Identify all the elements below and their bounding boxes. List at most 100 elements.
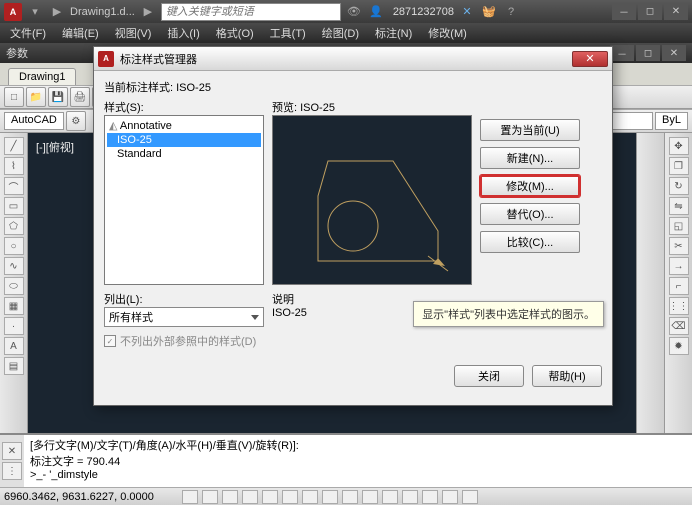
sb-icon[interactable] [182,490,198,504]
style-standard[interactable]: Standard [107,147,261,161]
dialog-close-button[interactable]: ✕ [572,51,608,67]
style-annotative[interactable]: Annotative [120,120,172,132]
sb-icon[interactable] [262,490,278,504]
sb-icon[interactable] [422,490,438,504]
minimize-button[interactable]: － [612,4,636,20]
exclude-xref-label: 不列出外部参照中的样式(D) [120,333,256,349]
sb-icon[interactable] [302,490,318,504]
exchange-icon[interactable]: ✕ [458,3,476,21]
scale-icon[interactable]: ◱ [669,217,689,235]
close-dialog-button[interactable]: 关闭 [454,365,524,387]
qat-icon[interactable]: ▾ [26,3,44,21]
menu-view[interactable]: 视图(V) [111,25,156,41]
rotate-icon[interactable]: ↻ [669,177,689,195]
menu-modify[interactable]: 修改(M) [424,25,471,41]
arc-icon[interactable]: ⌒ [4,177,24,195]
circle-icon[interactable]: ○ [4,237,24,255]
copy-icon[interactable]: ❐ [669,157,689,175]
sb-icon[interactable] [242,490,258,504]
styles-list[interactable]: ◭ Annotative ISO-25 Standard [104,115,264,285]
doctab[interactable]: Drawing1 [8,68,76,85]
compare-button[interactable]: 比较(C)... [480,231,580,253]
explode-icon[interactable]: ✹ [669,337,689,355]
doc-min[interactable]: － [610,45,634,61]
document-tab[interactable]: Drawing1.d... [70,6,135,18]
sb-icon[interactable] [202,490,218,504]
list-value: 所有样式 [109,309,153,325]
sb-icon[interactable] [222,490,238,504]
save-icon[interactable]: 💾 [48,87,68,107]
print-icon[interactable]: 🖨 [70,87,90,107]
search-input[interactable] [161,3,341,21]
erase-icon[interactable]: ⌫ [669,317,689,335]
text-icon[interactable]: A [4,337,24,355]
array-icon[interactable]: ⋮⋮ [669,297,689,315]
new-button[interactable]: 新建(N)... [480,147,580,169]
point-icon[interactable]: · [4,317,24,335]
menu-file[interactable]: 文件(F) [6,25,50,41]
move-icon[interactable]: ✥ [669,137,689,155]
sb-icon[interactable] [442,490,458,504]
fillet-icon[interactable]: ⌐ [669,277,689,295]
help-icon[interactable]: ? [502,3,520,21]
menu-params[interactable]: 参数 [6,45,28,61]
menu-dim[interactable]: 标注(N) [371,25,416,41]
mirror-icon[interactable]: ⇋ [669,197,689,215]
user-icon[interactable]: 👤 [367,3,385,21]
set-current-button[interactable]: 置为当前(U) [480,119,580,141]
cmd-history-2: 标注文字 = 790.44 [30,453,686,469]
chevron-down-icon [251,315,259,320]
style-iso25[interactable]: ISO-25 [107,133,261,147]
polyline-icon[interactable]: ⌇ [4,157,24,175]
binoculars-icon[interactable]: 👁 [345,3,363,21]
hatch-icon[interactable]: ▦ [4,297,24,315]
open-icon[interactable]: ▶ [48,3,66,21]
doc-close[interactable]: ✕ [662,45,686,61]
sb-icon[interactable] [402,490,418,504]
sb-icon[interactable] [322,490,338,504]
menu-tools[interactable]: 工具(T) [266,25,310,41]
menu-draw[interactable]: 绘图(D) [318,25,363,41]
command-line[interactable]: [多行文字(M)/文字(T)/角度(A)/水平(H)/垂直(V)/旋转(R)]:… [24,435,692,487]
bylayer-label[interactable]: ByL [655,112,688,130]
rect-icon[interactable]: ▭ [4,197,24,215]
sb-icon[interactable] [382,490,398,504]
menu-insert[interactable]: 插入(I) [163,25,203,41]
sb-icon[interactable] [282,490,298,504]
spline-icon[interactable]: ∿ [4,257,24,275]
basket-icon[interactable]: 🧺 [480,3,498,21]
table-icon[interactable]: ▤ [4,357,24,375]
extend-icon[interactable]: → [669,257,689,275]
sb-icon[interactable] [362,490,378,504]
preview-pane [272,115,472,285]
trim-icon[interactable]: ✂ [669,237,689,255]
current-style-label: 当前标注样式: ISO-25 [104,79,602,95]
workspace-label[interactable]: AutoCAD [4,112,64,130]
menu-format[interactable]: 格式(O) [212,25,258,41]
preview-label: 预览: ISO-25 [272,99,472,115]
sb-icon[interactable] [342,490,358,504]
play-icon[interactable]: ▶ [139,3,157,21]
new-icon[interactable]: □ [4,87,24,107]
modify-button[interactable]: 修改(M)... [480,175,580,197]
ellipse-icon[interactable]: ⬭ [4,277,24,295]
menu-edit[interactable]: 编辑(E) [58,25,103,41]
exclude-xref-checkbox[interactable]: ✓ [104,335,116,347]
cmd-handle-icon[interactable]: ⋮ [2,462,22,480]
ws-gear-icon[interactable]: ⚙ [66,111,86,131]
list-label: 列出(L): [104,291,143,307]
dialog-title: 标注样式管理器 [120,51,197,67]
polygon-icon[interactable]: ⬠ [4,217,24,235]
help-button[interactable]: 帮助(H) [532,365,602,387]
open-folder-icon[interactable]: 📁 [26,87,46,107]
restore-button[interactable]: ◻ [638,4,662,20]
override-button[interactable]: 替代(O)... [480,203,580,225]
close-button[interactable]: ✕ [664,4,688,20]
list-dropdown[interactable]: 所有样式 [104,307,264,327]
doc-max[interactable]: ◻ [636,45,660,61]
cmd-close-icon[interactable]: ✕ [2,442,22,460]
cmd-prompt: >_- [30,469,46,481]
sb-icon[interactable] [462,490,478,504]
line-icon[interactable]: ╱ [4,137,24,155]
coords: 6960.3462, 9631.6227, 0.0000 [4,491,154,503]
